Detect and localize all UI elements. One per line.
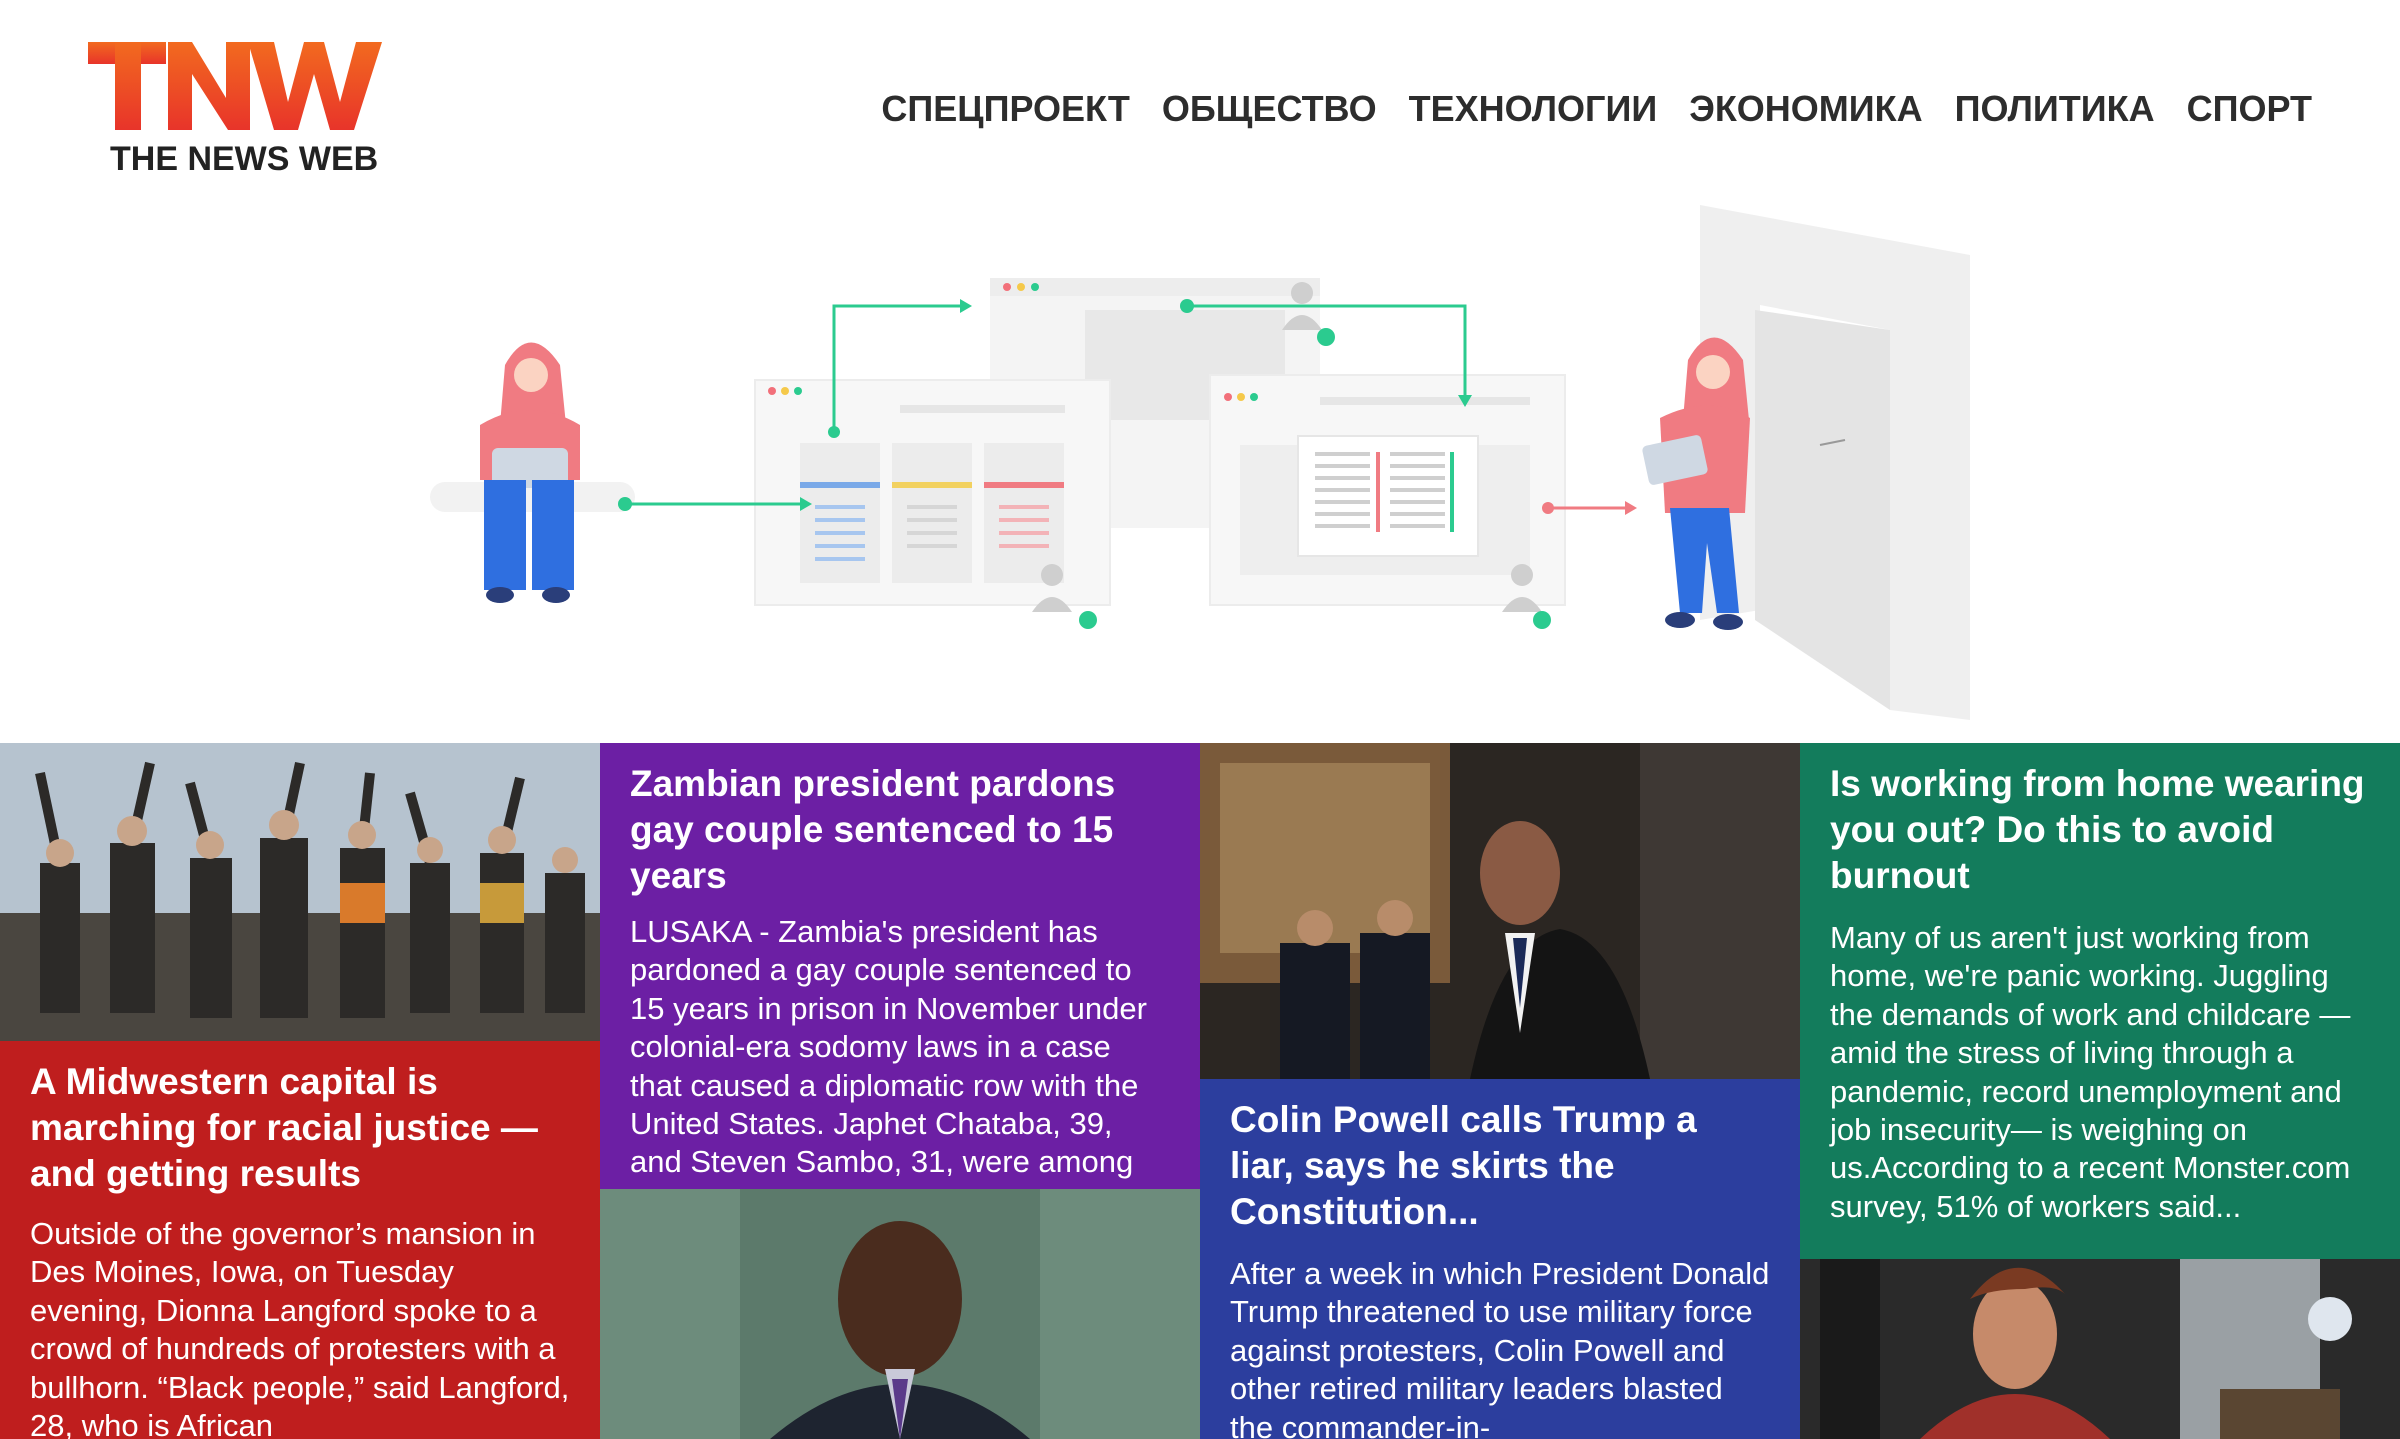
article-excerpt: Many of us aren't just working from home… bbox=[1830, 920, 2351, 1224]
nav-item-economy[interactable]: ЭКОНОМИКА bbox=[1689, 88, 1922, 130]
nav-item-society[interactable]: ОБЩЕСТВО bbox=[1162, 88, 1377, 130]
article-card-powell[interactable]: Colin Powell calls Trump a liar, says he… bbox=[1200, 743, 1800, 1439]
article-title[interactable]: Zambian president pardons gay couple sen… bbox=[630, 761, 1170, 899]
nav-item-politics[interactable]: ПОЛИТИКА bbox=[1955, 88, 2155, 130]
article-grid: A Midwestern capital is marching for rac… bbox=[0, 743, 2400, 1439]
article-card-zambia[interactable]: Zambian president pardons gay couple sen… bbox=[600, 743, 1200, 1439]
protest-photo bbox=[0, 743, 600, 1041]
powell-photo bbox=[1200, 743, 1800, 1079]
article-card-protest[interactable]: A Midwestern capital is marching for rac… bbox=[0, 743, 600, 1439]
article-excerpt: LUSAKA - Zambia's president has pardoned… bbox=[630, 914, 1147, 1218]
site-logo[interactable]: THE NEWS WEB bbox=[88, 38, 398, 178]
article-title[interactable]: Is working from home wearing you out? Do… bbox=[1830, 761, 2370, 899]
nav-item-specproject[interactable]: СПЕЦПРОЕКТ bbox=[881, 88, 1129, 130]
woman-at-desk-photo bbox=[1800, 1259, 2400, 1439]
nav-item-sport[interactable]: СПОРТ bbox=[2187, 88, 2312, 130]
article-excerpt: After a week in which President Donald T… bbox=[1230, 1256, 1770, 1439]
hero-illustration bbox=[0, 190, 2400, 730]
workflow-illustration bbox=[430, 205, 1970, 720]
tnw-logo-mark bbox=[88, 42, 382, 130]
main-nav: СПЕЦПРОЕКТ ОБЩЕСТВО ТЕХНОЛОГИИ ЭКОНОМИКА… bbox=[881, 88, 2312, 130]
president-photo bbox=[600, 1189, 1200, 1439]
article-excerpt: Outside of the governor’s mansion in Des… bbox=[30, 1216, 570, 1439]
article-title[interactable]: Colin Powell calls Trump a liar, says he… bbox=[1230, 1097, 1770, 1235]
article-title[interactable]: A Midwestern capital is marching for rac… bbox=[30, 1059, 570, 1197]
logo-subtitle: THE NEWS WEB bbox=[110, 140, 379, 178]
nav-item-technology[interactable]: ТЕХНОЛОГИИ bbox=[1409, 88, 1658, 130]
article-card-burnout[interactable]: Is working from home wearing you out? Do… bbox=[1800, 743, 2400, 1439]
